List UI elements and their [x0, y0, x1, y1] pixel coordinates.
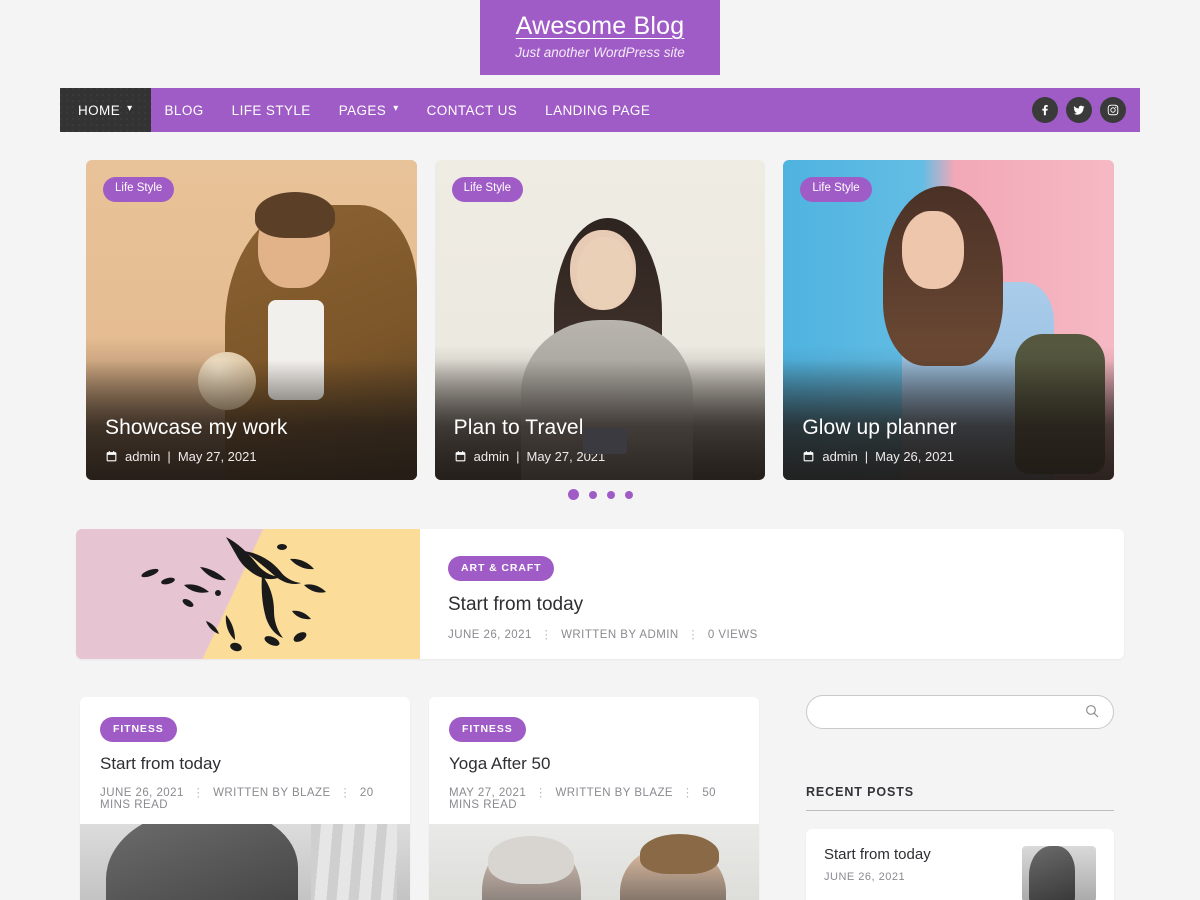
- post-grid: FITNESS Start from today JUNE 26, 2021 ⋮…: [80, 697, 759, 900]
- instagram-icon[interactable]: [1100, 97, 1126, 123]
- slide-glow-up-planner[interactable]: Life Style Glow up planner admin | May 2…: [783, 160, 1115, 480]
- featured-post-date: JUNE 26, 2021: [448, 629, 532, 641]
- slide-meta: admin | May 26, 2021: [802, 449, 1098, 464]
- slider-dot-2[interactable]: [588, 490, 597, 499]
- nav-item-pages[interactable]: PAGES ▾: [325, 88, 413, 132]
- category-badge[interactable]: Life Style: [451, 177, 523, 202]
- nav-item-label: LIFE STYLE: [231, 102, 311, 118]
- slide-meta-separator: |: [864, 449, 869, 464]
- post-card-yoga-after-50[interactable]: FITNESS Yoga After 50 MAY 27, 2021 ⋮ WRI…: [429, 697, 759, 900]
- post-card-body: FITNESS Yoga After 50 MAY 27, 2021 ⋮ WRI…: [429, 697, 759, 824]
- site-tagline: Just another WordPress site: [515, 45, 685, 61]
- featured-post[interactable]: ART & CRAFT Start from today JUNE 26, 20…: [76, 529, 1124, 659]
- featured-category-badge[interactable]: ART & CRAFT: [448, 556, 555, 581]
- recent-post-text: Start from today JUNE 26, 2021: [824, 846, 1008, 883]
- search-icon: [1086, 704, 1099, 717]
- twitter-icon[interactable]: [1066, 97, 1092, 123]
- slide-author: admin: [473, 449, 510, 464]
- featured-post-views: 0 VIEWS: [707, 629, 758, 641]
- sidebar: RECENT POSTS Start from today JUNE 26, 2…: [806, 695, 1114, 900]
- post-card-image: [80, 824, 410, 900]
- meta-separator-icon: ⋮: [534, 787, 547, 799]
- slide-author: admin: [125, 449, 161, 464]
- post-card-meta: JUNE 26, 2021 ⋮ WRITTEN BY BLAZE ⋮ 20 MI…: [100, 785, 390, 811]
- slider-dot-3[interactable]: [606, 490, 615, 499]
- calendar-icon: [106, 451, 117, 462]
- featured-post-meta: JUNE 26, 2021 ⋮ WRITTEN BY ADMIN ⋮ 0 VIE…: [448, 627, 1124, 641]
- facebook-icon[interactable]: [1032, 97, 1058, 123]
- nav-item-label: HOME: [78, 102, 121, 118]
- slide-meta-separator: |: [516, 449, 520, 464]
- recent-post-item[interactable]: Start from today JUNE 26, 2021: [806, 829, 1114, 900]
- chevron-down-icon: ▾: [393, 103, 399, 114]
- nav-item-label: PAGES: [338, 102, 387, 118]
- post-card-title: Start from today: [100, 754, 221, 773]
- post-card-body: FITNESS Start from today JUNE 26, 2021 ⋮…: [80, 697, 410, 824]
- post-card-start-from-today[interactable]: FITNESS Start from today JUNE 26, 2021 ⋮…: [80, 697, 410, 900]
- slide-meta: admin | May 27, 2021: [105, 449, 401, 464]
- featured-post-image: [76, 529, 420, 659]
- nav-item-landing-page[interactable]: LANDING PAGE: [531, 88, 664, 132]
- recent-post-date: JUNE 26, 2021: [824, 871, 906, 883]
- meta-separator-icon: ⋮: [339, 787, 352, 799]
- post-card-title: Yoga After 50: [449, 754, 551, 773]
- meta-separator-icon: ⋮: [681, 787, 694, 799]
- slide-plan-to-travel[interactable]: Life Style Plan to Travel admin | May 27…: [434, 160, 766, 480]
- featured-post-title: Start from today: [448, 594, 584, 615]
- page-root: Awesome Blog Just another WordPress site…: [0, 0, 1200, 900]
- meta-separator-icon: ⋮: [192, 787, 205, 799]
- post-card-author: WRITTEN BY BLAZE: [213, 787, 331, 799]
- slider-pagination: [0, 489, 1200, 500]
- featured-slider: Life Style Showcase my work admin | May …: [86, 160, 1115, 480]
- calendar-icon: [455, 451, 466, 462]
- featured-post-author: WRITTEN BY ADMIN: [561, 629, 679, 641]
- nav-item-label: BLOG: [164, 102, 204, 118]
- category-badge[interactable]: Life Style: [800, 177, 872, 202]
- meta-separator-icon: ⋮: [540, 629, 553, 641]
- nav-item-blog[interactable]: BLOG: [151, 88, 218, 132]
- meta-separator-icon: ⋮: [687, 629, 700, 641]
- post-category-badge[interactable]: FITNESS: [100, 717, 177, 742]
- post-card-image: [429, 824, 759, 900]
- slide-title: Glow up planner: [802, 416, 957, 439]
- recent-post-title: Start from today: [824, 846, 931, 863]
- post-card-author: WRITTEN BY BLAZE: [555, 787, 674, 799]
- search-widget: [806, 695, 1114, 729]
- post-card-date: JUNE 26, 2021: [100, 787, 184, 799]
- featured-post-body: ART & CRAFT Start from today JUNE 26, 20…: [420, 529, 1124, 659]
- chevron-down-icon: ▾: [127, 103, 133, 114]
- slide-caption: Showcase my work admin | May 27, 2021: [105, 416, 401, 464]
- nav-item-label: CONTACT US: [426, 102, 518, 118]
- recent-posts-heading: RECENT POSTS: [806, 785, 1114, 811]
- slide-showcase-my-work[interactable]: Life Style Showcase my work admin | May …: [86, 160, 417, 480]
- site-title: Awesome Blog: [515, 11, 685, 40]
- nav-item-contact-us[interactable]: CONTACT US: [413, 88, 532, 132]
- search-input[interactable]: [806, 695, 1114, 729]
- slide-date: May 26, 2021: [875, 449, 954, 464]
- recent-post-thumbnail: [1022, 846, 1096, 900]
- site-branding[interactable]: Awesome Blog Just another WordPress site: [480, 0, 720, 75]
- post-card-date: MAY 27, 2021: [449, 787, 527, 799]
- nav-list: HOME ▾ BLOG LIFE STYLE PAGES ▾ CONTACT U…: [60, 88, 664, 132]
- slide-meta-separator: |: [167, 449, 171, 464]
- category-badge[interactable]: Life Style: [103, 177, 175, 202]
- slide-date: May 27, 2021: [177, 449, 257, 464]
- slider-dot-1[interactable]: [567, 489, 579, 500]
- social-links: [1032, 88, 1140, 132]
- ink-splatter-art: [141, 537, 326, 652]
- post-card-meta: MAY 27, 2021 ⋮ WRITTEN BY BLAZE ⋮ 50 MIN…: [449, 785, 739, 811]
- search-submit-button[interactable]: [1082, 702, 1102, 722]
- nav-item-label: LANDING PAGE: [545, 102, 651, 118]
- nav-item-life-style[interactable]: LIFE STYLE: [218, 88, 325, 132]
- nav-item-home[interactable]: HOME ▾: [60, 88, 151, 132]
- slide-caption: Glow up planner admin | May 26, 2021: [802, 416, 1098, 464]
- slider-dot-4[interactable]: [624, 490, 633, 499]
- post-category-badge[interactable]: FITNESS: [449, 717, 526, 742]
- calendar-icon: [803, 451, 814, 462]
- site-header: Awesome Blog Just another WordPress site: [0, 0, 1200, 75]
- slide-title: Showcase my work: [105, 416, 288, 439]
- primary-navigation: HOME ▾ BLOG LIFE STYLE PAGES ▾ CONTACT U…: [60, 88, 1140, 132]
- slide-author: admin: [822, 449, 858, 464]
